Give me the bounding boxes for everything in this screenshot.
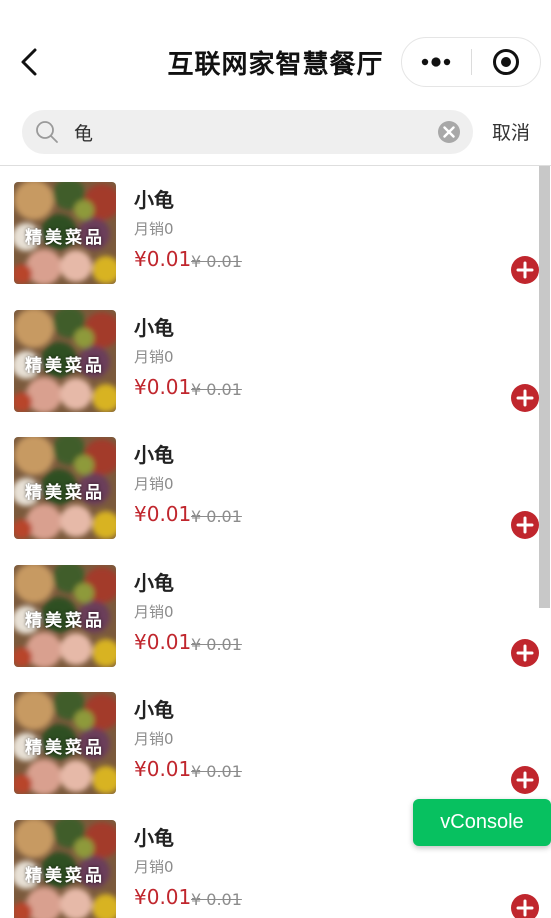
- monthly-sales: 月销0: [134, 602, 174, 621]
- dish-thumbnail[interactable]: 精美菜品: [14, 309, 116, 412]
- list-item[interactable]: 精美菜品 小龟 月销0 ¥0.01 ¥ 0.01: [0, 676, 540, 803]
- list-item[interactable]: 精美菜品 小龟 月销0 ¥0.01 ¥ 0.01: [0, 549, 540, 676]
- original-price: ¥ 0.01: [191, 762, 242, 781]
- add-to-cart-button[interactable]: [511, 511, 539, 539]
- cancel-button[interactable]: 取消: [492, 118, 530, 145]
- app-screen: 互联网家智慧餐厅 龟 取消 精美菜品 小龟 月销0 ¥0.01 ¥ 0.01 精…: [0, 0, 551, 918]
- add-to-cart-button[interactable]: [511, 383, 539, 412]
- plus-icon: [516, 261, 534, 279]
- thumbnail-label: 精美菜品: [25, 228, 105, 248]
- plus-icon: [516, 516, 534, 534]
- dish-price: ¥0.01: [134, 247, 192, 271]
- thumbnail-label: 精美菜品: [25, 610, 105, 631]
- more-dots-icon: [422, 57, 451, 67]
- search-icon: [34, 119, 60, 145]
- dish-thumbnail[interactable]: 精美菜品: [14, 564, 116, 667]
- clear-search-icon[interactable]: [437, 120, 461, 144]
- dish-thumbnail[interactable]: 精美菜品: [14, 819, 116, 918]
- list-item[interactable]: 精美菜品 小龟 月销0 ¥0.01 ¥ 0.01: [0, 294, 540, 421]
- search-bar: [22, 110, 473, 154]
- dish-thumbnail[interactable]: 精美菜品: [14, 182, 116, 284]
- add-to-cart-button[interactable]: [511, 256, 539, 284]
- dish-thumbnail[interactable]: 精美菜品: [14, 692, 116, 794]
- dish-price: ¥0.01: [134, 374, 192, 399]
- dish-name: 小龟: [134, 315, 174, 340]
- dish-name: 小龟: [134, 698, 174, 722]
- monthly-sales: 月销0: [134, 730, 174, 748]
- dish-name: 小龟: [134, 188, 174, 212]
- dish-price: ¥0.01: [134, 502, 192, 526]
- search-input[interactable]: [60, 121, 437, 143]
- original-price: ¥ 0.01: [191, 889, 242, 909]
- navbar: 互联网家智慧餐厅: [0, 0, 551, 110]
- thumbnail-label: 精美菜品: [25, 355, 105, 376]
- thumbnail-label: 精美菜品: [25, 483, 105, 503]
- close-mini-program-button[interactable]: [472, 38, 541, 86]
- plus-icon: [516, 644, 534, 661]
- dish-price: ¥0.01: [134, 884, 192, 909]
- dish-name: 小龟: [134, 443, 174, 467]
- dish-price: ¥0.01: [134, 757, 192, 781]
- thumbnail-label: 精美菜品: [25, 865, 105, 886]
- original-price: ¥ 0.01: [191, 507, 242, 526]
- dish-name: 小龟: [134, 825, 174, 850]
- add-to-cart-button[interactable]: [511, 766, 539, 794]
- plus-icon: [516, 899, 534, 916]
- add-to-cart-button[interactable]: [511, 638, 539, 667]
- target-close-icon: [492, 49, 519, 75]
- add-to-cart-button[interactable]: [511, 893, 539, 918]
- plus-icon: [516, 389, 534, 406]
- monthly-sales: 月销0: [134, 220, 174, 238]
- monthly-sales: 月销0: [134, 475, 174, 493]
- dish-price: ¥0.01: [134, 629, 192, 654]
- mini-program-capsule: [401, 37, 541, 87]
- original-price: ¥ 0.01: [191, 252, 242, 271]
- original-price: ¥ 0.01: [191, 379, 242, 399]
- more-button[interactable]: [402, 38, 471, 86]
- scrollbar[interactable]: [539, 166, 550, 608]
- list-item[interactable]: 精美菜品 小龟 月销0 ¥0.01 ¥ 0.01: [0, 166, 540, 293]
- monthly-sales: 月销0: [134, 347, 174, 366]
- list-item[interactable]: 精美菜品 小龟 月销0 ¥0.01 ¥ 0.01: [0, 421, 540, 548]
- dish-name: 小龟: [134, 570, 174, 595]
- plus-icon: [516, 771, 534, 789]
- thumbnail-label: 精美菜品: [25, 738, 105, 758]
- original-price: ¥ 0.01: [191, 634, 242, 654]
- dish-thumbnail[interactable]: 精美菜品: [14, 437, 116, 539]
- vconsole-button[interactable]: vConsole: [413, 799, 551, 846]
- monthly-sales: 月销0: [134, 857, 174, 876]
